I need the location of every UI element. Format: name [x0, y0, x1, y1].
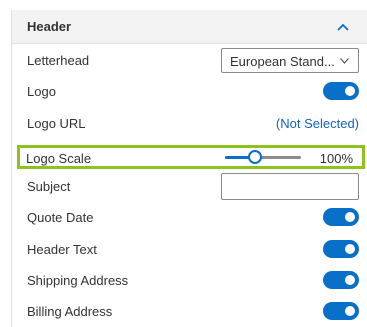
- settings-panel: Header Letterhead European Stand... Logo…: [0, 0, 367, 327]
- header-text-toggle[interactable]: [323, 240, 359, 258]
- row-logo: Logo: [12, 76, 367, 107]
- logo-url-label: Logo URL: [27, 116, 86, 131]
- billing-address-toggle[interactable]: [323, 302, 359, 320]
- row-quote-date: Quote Date: [12, 202, 367, 233]
- subject-input[interactable]: [221, 173, 359, 200]
- section-header[interactable]: Header: [12, 10, 367, 44]
- row-logo-scale: Logo Scale 100%: [17, 145, 365, 169]
- toggle-knob: [345, 306, 355, 316]
- logo-label: Logo: [27, 84, 56, 99]
- shipping-address-label: Shipping Address: [27, 273, 129, 288]
- toggle-knob: [345, 86, 355, 96]
- shipping-address-toggle[interactable]: [323, 271, 359, 289]
- logo-scale-label: Logo Scale: [26, 151, 92, 166]
- row-header-text: Header Text: [12, 234, 367, 265]
- section-title: Header: [27, 19, 72, 34]
- quote-date-label: Quote Date: [27, 210, 94, 225]
- billing-address-label: Billing Address: [27, 304, 113, 319]
- row-letterhead: Letterhead European Stand...: [12, 45, 367, 76]
- toggle-knob: [345, 212, 355, 222]
- logo-url-link[interactable]: (Not Selected): [276, 116, 359, 131]
- letterhead-select[interactable]: European Stand...: [221, 48, 359, 73]
- toggle-knob: [345, 244, 355, 254]
- logo-scale-value: 100%: [319, 151, 353, 166]
- quote-date-toggle[interactable]: [323, 208, 359, 226]
- chevron-down-icon: [340, 58, 349, 64]
- row-shipping-address: Shipping Address: [12, 265, 367, 296]
- chevron-up-icon[interactable]: [337, 23, 349, 31]
- logo-toggle[interactable]: [323, 82, 359, 100]
- letterhead-label: Letterhead: [27, 53, 90, 68]
- row-subject: Subject: [12, 171, 367, 202]
- subject-label: Subject: [27, 179, 71, 194]
- letterhead-select-value: European Stand...: [230, 54, 335, 69]
- header-text-label: Header Text: [27, 242, 97, 257]
- slider-thumb[interactable]: [248, 150, 262, 164]
- row-billing-address: Billing Address: [12, 296, 367, 327]
- row-logo-url: Logo URL (Not Selected): [12, 108, 367, 139]
- toggle-knob: [345, 275, 355, 285]
- logo-scale-slider[interactable]: [225, 148, 301, 166]
